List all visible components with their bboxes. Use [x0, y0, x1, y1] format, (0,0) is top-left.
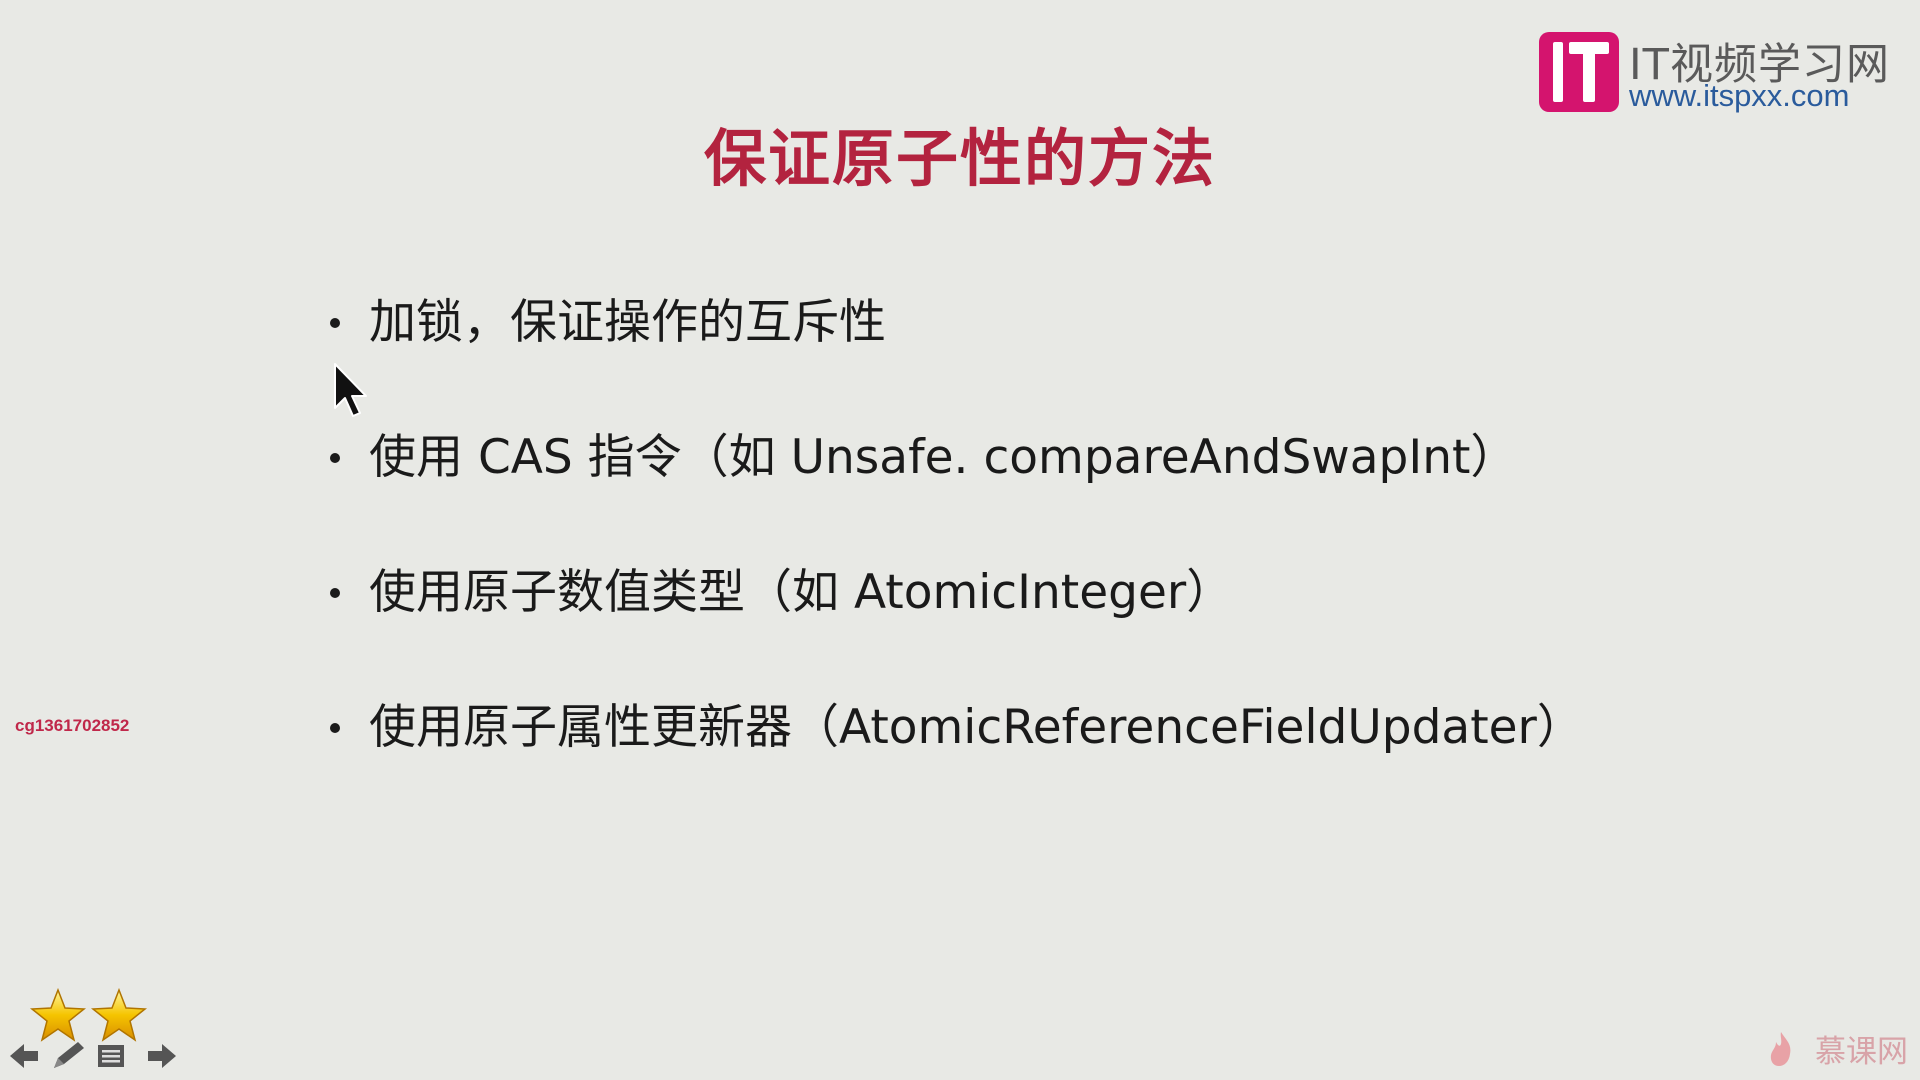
bullet-dot-icon — [330, 723, 340, 733]
menu-icon[interactable] — [98, 1045, 124, 1067]
presentation-controls — [8, 1040, 178, 1072]
bullet-item: 使用 CAS 指令（如 Unsafe. compareAndSwapInt） — [330, 425, 1584, 560]
arrow-left-icon[interactable] — [10, 1044, 38, 1068]
bullet-text: 使用原子数值类型（如 AtomicInteger） — [369, 565, 1234, 620]
bullet-list: 加锁，保证操作的互斥性 使用 CAS 指令（如 Unsafe. compareA… — [330, 290, 1584, 830]
bullet-item: 使用原子数值类型（如 AtomicInteger） — [330, 560, 1584, 695]
brand-logo: 慕课网 — [1768, 1026, 1908, 1070]
slide-title: 保证原子性的方法 — [703, 122, 1216, 195]
arrow-right-icon[interactable] — [148, 1044, 176, 1068]
mouse-cursor-icon — [334, 363, 367, 417]
bullet-text: 加锁，保证操作的互斥性 — [369, 295, 886, 350]
bullet-dot-icon — [330, 453, 340, 463]
pen-icon[interactable] — [54, 1042, 84, 1068]
flame-icon — [1770, 1032, 1791, 1066]
bullet-item: 使用原子属性更新器（AtomicReferenceFieldUpdater） — [330, 695, 1584, 830]
star-icon — [29, 988, 87, 1042]
user-id-watermark: cg1361702852 — [15, 716, 130, 735]
bullet-text: 使用原子属性更新器（AtomicReferenceFieldUpdater） — [369, 700, 1584, 755]
brand-text: 慕课网 — [1815, 1034, 1908, 1070]
slide: IT视频学习网 www.itspxx.com 保证原子性的方法 加锁，保证操作的… — [0, 0, 1920, 1080]
bullet-text: 使用 CAS 指令（如 Unsafe. compareAndSwapInt） — [369, 430, 1518, 485]
bullet-item: 加锁，保证操作的互斥性 — [330, 290, 1584, 425]
site-logo: IT视频学习网 www.itspxx.com — [1539, 30, 1904, 114]
bullet-dot-icon — [330, 588, 340, 598]
rating-stars[interactable] — [28, 988, 158, 1044]
logo-mark-icon — [1539, 32, 1619, 112]
bullet-dot-icon — [330, 318, 340, 328]
star-icon — [90, 988, 148, 1042]
